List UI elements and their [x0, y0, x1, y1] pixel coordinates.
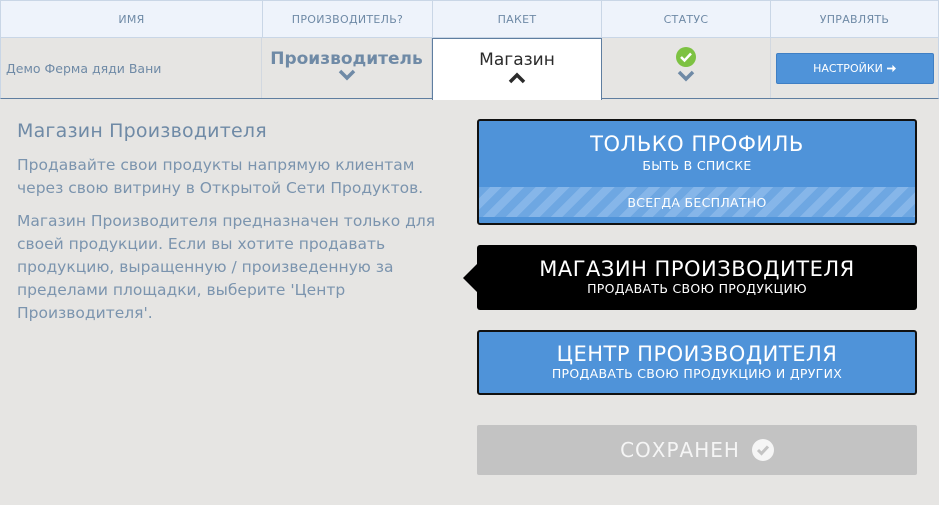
option-subtitle: БЫТЬ В СПИСКЕ: [642, 158, 752, 173]
chevron-down-icon: [677, 70, 695, 82]
status-toggle[interactable]: [602, 38, 771, 98]
header-package: ПАКЕТ: [433, 1, 602, 37]
settings-button-label: НАСТРОЙКИ: [813, 61, 883, 75]
always-free-badge: ВСЕГДА БЕСПЛАТНО: [479, 187, 915, 217]
arrow-right-icon: [886, 64, 896, 72]
header-status: СТАТУС: [602, 1, 771, 37]
option-title: МАГАЗИН ПРОИЗВОДИТЕЛЯ: [539, 257, 855, 281]
option-profile-only[interactable]: ТОЛЬКО ПРОФИЛЬ БЫТЬ В СПИСКЕ ВСЕГДА БЕСП…: [477, 119, 917, 225]
option-subtitle: ПРОДАВАТЬ СВОЮ ПРОДУКЦИЮ: [587, 281, 807, 296]
header-manage: УПРАВЛЯТЬ: [819, 12, 890, 26]
table-header: ИМЯ ПРОИЗВОДИТЕЛЬ? ПАКЕТ СТАТУС УПРАВЛЯТ…: [0, 0, 939, 38]
check-circle-icon: [751, 439, 774, 461]
description-paragraph-1: Продавайте свои продукты напрямую клиент…: [17, 156, 424, 197]
package-description: Магазин Производителя Продавайте свои пр…: [17, 120, 457, 335]
enterprise-name: Демо Ферма дяди Вани: [1, 38, 262, 98]
option-subtitle: ПРОДАВАТЬ СВОЮ ПРОДУКЦИЮ И ДРУГИХ: [551, 366, 843, 381]
option-title: ЦЕНТР ПРОИЗВОДИТЕЛЯ: [556, 342, 838, 366]
settings-button[interactable]: НАСТРОЙКИ: [775, 52, 934, 84]
package-label: Магазин: [479, 50, 555, 70]
manage-cell: НАСТРОЙКИ: [771, 38, 938, 98]
option-producer-shop[interactable]: МАГАЗИН ПРОИЗВОДИТЕЛЯ ПРОДАВАТЬ СВОЮ ПРО…: [477, 245, 917, 310]
package-toggle[interactable]: Магазин: [432, 38, 602, 100]
saved-button[interactable]: СОХРАНЕН: [477, 425, 917, 475]
saved-button-label: СОХРАНЕН: [620, 438, 740, 462]
header-name: ИМЯ: [1, 1, 263, 37]
option-producer-hub[interactable]: ЦЕНТР ПРОИЗВОДИТЕЛЯ ПРОДАВАТЬ СВОЮ ПРОДУ…: [477, 330, 917, 395]
selected-pointer: [463, 263, 478, 293]
chevron-down-icon: [338, 69, 355, 81]
producer-label: Производитель: [270, 49, 423, 69]
header-producer: ПРОИЗВОДИТЕЛЬ?: [263, 1, 433, 37]
chevron-up-icon: [508, 72, 526, 84]
description-title: Магазин Производителя: [17, 120, 267, 142]
check-circle-icon: [676, 47, 696, 67]
table-row: Демо Ферма дяди Вани Производитель Магаз…: [0, 38, 939, 100]
producer-toggle[interactable]: Производитель: [262, 38, 432, 98]
description-paragraph-2: Магазин Производителя предназначен тольк…: [17, 212, 436, 322]
option-title: ТОЛЬКО ПРОФИЛЬ: [590, 132, 804, 156]
